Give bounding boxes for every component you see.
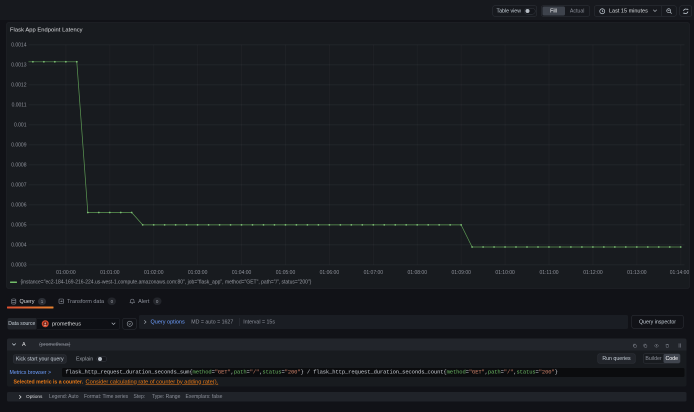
svg-text:01:08:00: 01:08:00 [408, 270, 428, 276]
svg-text:0.0007: 0.0007 [11, 183, 27, 189]
svg-text:0.0003: 0.0003 [11, 263, 27, 269]
svg-text:0.0012: 0.0012 [11, 83, 27, 89]
svg-text:01:07:00: 01:07:00 [364, 270, 384, 276]
svg-text:01:10:00: 01:10:00 [495, 270, 515, 276]
svg-text:01:12:00: 01:12:00 [583, 270, 603, 276]
svg-text:01:03:00: 01:03:00 [188, 270, 208, 276]
svg-text:0.0005: 0.0005 [11, 223, 27, 229]
svg-text:01:05:00: 01:05:00 [276, 270, 296, 276]
svg-text:01:09:00: 01:09:00 [451, 270, 471, 276]
svg-text:0.0009: 0.0009 [11, 143, 27, 149]
svg-text:0.0011: 0.0011 [12, 103, 27, 109]
svg-text:0.0006: 0.0006 [11, 203, 27, 209]
svg-text:0.0004: 0.0004 [11, 243, 27, 249]
svg-text:01:00:00: 01:00:00 [56, 270, 76, 276]
svg-text:01:01:00: 01:01:00 [100, 270, 120, 276]
svg-text:0.001: 0.001 [14, 123, 27, 129]
svg-text:0.0013: 0.0013 [11, 63, 27, 69]
svg-text:01:04:00: 01:04:00 [232, 270, 252, 276]
svg-text:01:02:00: 01:02:00 [144, 270, 164, 276]
svg-text:0.0008: 0.0008 [11, 163, 27, 169]
svg-text:01:13:00: 01:13:00 [627, 270, 647, 276]
svg-text:01:06:00: 01:06:00 [320, 270, 340, 276]
svg-text:01:11:00: 01:11:00 [539, 270, 558, 276]
svg-text:01:14:00: 01:14:00 [670, 270, 690, 276]
svg-text:0.0014: 0.0014 [11, 43, 27, 49]
